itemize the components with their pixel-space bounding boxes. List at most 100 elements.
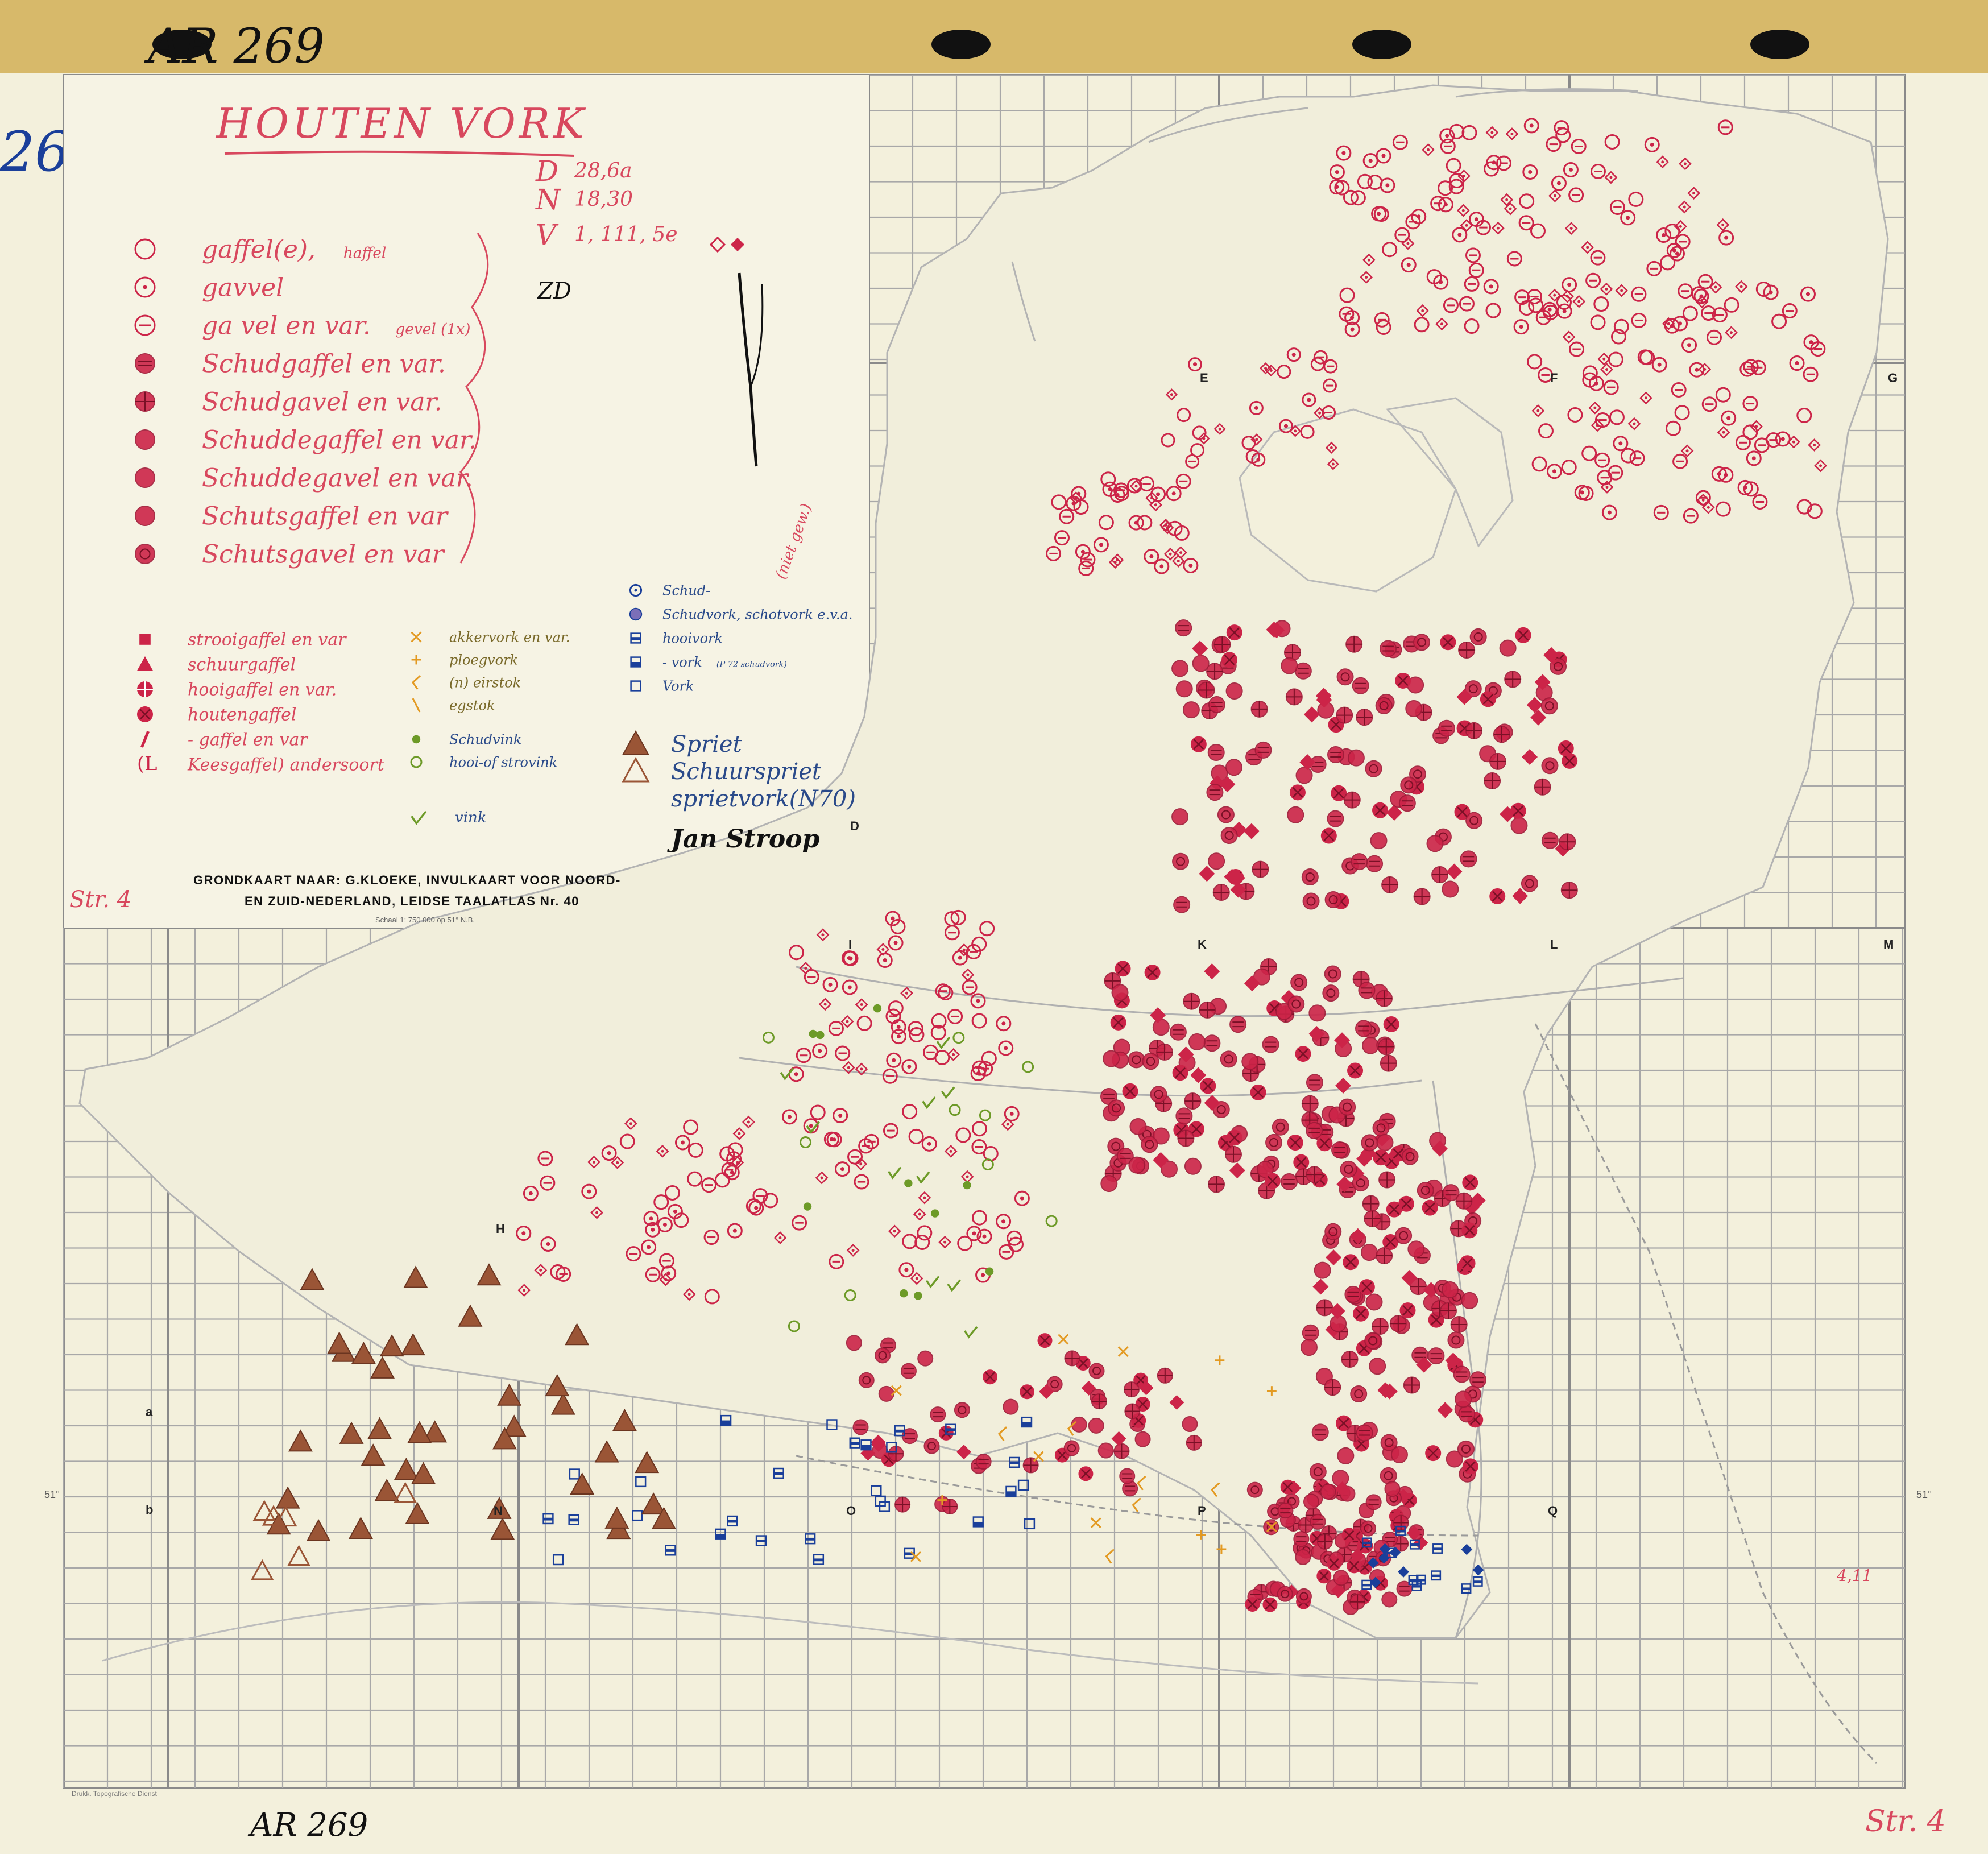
map-symbol (1324, 965, 1341, 983)
map-symbol (1395, 672, 1411, 689)
map-symbol (1184, 1157, 1202, 1175)
map-symbol (858, 1372, 875, 1388)
map-symbol (1063, 1440, 1080, 1456)
map-symbol (1450, 1315, 1468, 1333)
map-symbol (1265, 1133, 1283, 1151)
map-symbol (1108, 1099, 1125, 1117)
legend-label: Schud- (662, 582, 710, 598)
legend-label: Schutsgaffel en var (202, 502, 449, 531)
map-symbol (1350, 1385, 1368, 1403)
base-map-line-2: EN ZUID-NEDERLAND, LEIDSE TAALATLAS Nr. … (245, 894, 579, 908)
binder-hole (1352, 30, 1411, 59)
map-symbol (1301, 868, 1319, 886)
map-symbol (1103, 1050, 1120, 1067)
map-symbol (1362, 1037, 1380, 1054)
map-symbol (1378, 1171, 1396, 1189)
map-symbol (1459, 1255, 1476, 1272)
map-symbol (1293, 1154, 1310, 1170)
map-symbol (985, 1267, 994, 1276)
map-symbol (1220, 1050, 1237, 1068)
map-symbol (1144, 965, 1161, 981)
map-symbol (1277, 1586, 1293, 1602)
map-symbol (1331, 1141, 1349, 1159)
map-symbol (1465, 812, 1483, 829)
map-symbol (1128, 1051, 1145, 1069)
map-symbol (1212, 884, 1230, 901)
legend-label: Schuurspriet (671, 759, 822, 785)
map-symbol (1303, 1493, 1320, 1510)
map-symbol (1190, 736, 1207, 752)
map-symbol (1280, 1173, 1298, 1190)
green-dot-icon (412, 735, 421, 744)
map-symbol (1280, 1479, 1295, 1495)
str-label-left: Str. 4 (69, 887, 131, 913)
map-symbol (1128, 1156, 1146, 1174)
map-symbol (1172, 852, 1190, 870)
map-symbol (1199, 1001, 1216, 1019)
legend-extra: (P 72 schudvork) (716, 660, 787, 669)
map-symbol (1425, 1445, 1442, 1462)
legend-label: (n) eirstok (449, 674, 521, 690)
map-symbol (1172, 1065, 1188, 1081)
map-symbol (1336, 668, 1354, 686)
map-symbol (1349, 1594, 1366, 1610)
map-symbol (1198, 681, 1215, 699)
map-symbol (1384, 1481, 1401, 1497)
map-symbol (1442, 880, 1459, 898)
map-symbol (1192, 655, 1210, 672)
circle-dotted-fill-icon (135, 429, 155, 450)
legend-label: akkervork en var. (449, 629, 570, 645)
sheet-code-top: AR 269 (144, 18, 325, 74)
map-symbol (1417, 1182, 1434, 1199)
map-symbol (1399, 1302, 1416, 1319)
map-symbol (1285, 688, 1303, 706)
map-symbol (1327, 746, 1345, 764)
map-symbol (1484, 772, 1501, 790)
map-symbol (1182, 1416, 1198, 1433)
map-symbol (875, 1347, 891, 1364)
map-symbol (975, 1454, 992, 1470)
map-symbol (1431, 866, 1449, 884)
map-symbol (1465, 722, 1483, 739)
legend-label: sprietvork(N70) (671, 786, 856, 812)
map-symbol (1355, 1020, 1373, 1037)
map-symbol (1510, 817, 1528, 834)
circle-ring-filled-icon (135, 544, 155, 564)
map-symbol (1504, 671, 1522, 688)
map-symbol (1541, 831, 1559, 849)
map-symbol (1171, 660, 1189, 677)
map-symbol (852, 1419, 869, 1435)
map-symbol (1362, 1195, 1380, 1212)
legend-label: Schudvink (449, 731, 521, 747)
map-symbol (1306, 1166, 1323, 1183)
map-symbol (1302, 1324, 1319, 1342)
map-symbol (1020, 1384, 1035, 1400)
source-letter-v: V (536, 218, 559, 251)
map-symbol (1458, 642, 1476, 659)
legend-label: schuurgaffel (188, 655, 296, 675)
map-symbol (1339, 1098, 1356, 1116)
map-symbol (1369, 1358, 1386, 1375)
grid-letter-d: D (850, 819, 859, 833)
map-symbol (1224, 1145, 1242, 1163)
legend-label: vink (455, 809, 487, 826)
legend-label: houtengaffel (188, 705, 297, 725)
map-symbol (1361, 1244, 1378, 1261)
map-symbol (1213, 636, 1231, 653)
map-symbol (1157, 1367, 1173, 1384)
base-map-scale: Schaal 1: 750 000 op 51° N.B. (375, 916, 475, 924)
map-symbol (1295, 767, 1313, 784)
map-symbol (1462, 1458, 1478, 1475)
map-symbol (1221, 652, 1238, 668)
map-symbol (1426, 835, 1444, 852)
map-symbol (1262, 1036, 1279, 1053)
map-symbol (1353, 1305, 1369, 1322)
map-symbol (1453, 1365, 1471, 1383)
source-letter-n: N (535, 183, 562, 216)
sheet-code-bottom: AR 269 (247, 1807, 368, 1844)
circle-grid-icon (135, 467, 155, 488)
map-symbol (914, 1292, 922, 1300)
legend-label: hooi-of strovink (449, 754, 557, 770)
bracket-l-icon: (L (137, 752, 157, 775)
map-symbol (1188, 1033, 1206, 1050)
